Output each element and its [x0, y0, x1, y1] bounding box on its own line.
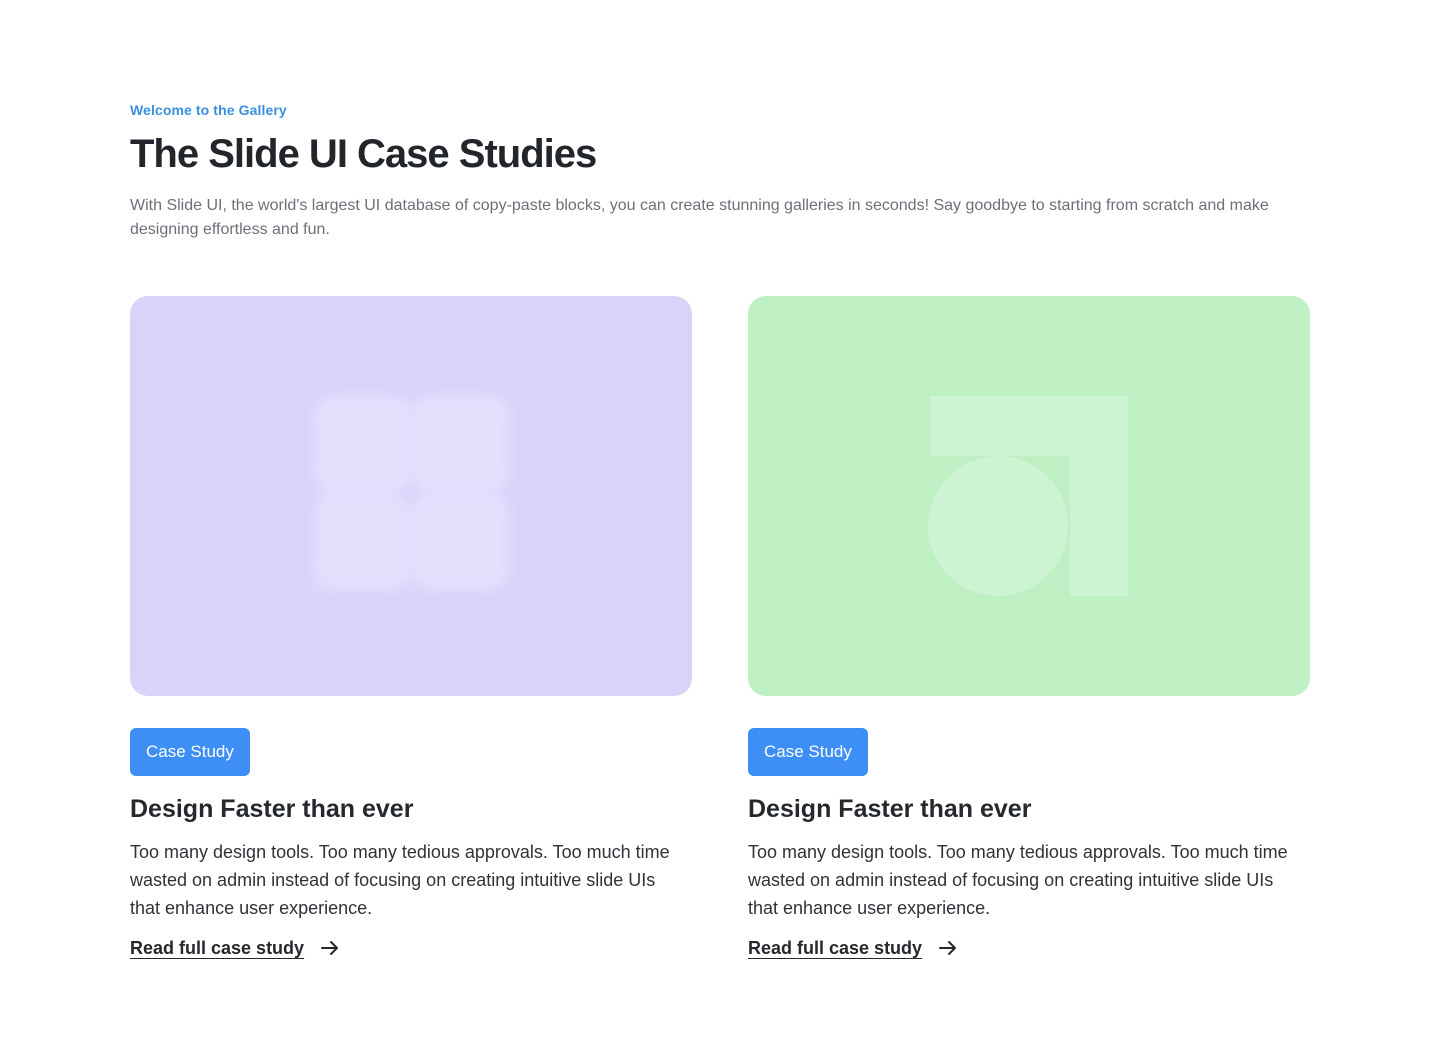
card-description: Too many design tools. Too many tedious … — [748, 842, 1288, 918]
eyebrow-label: Welcome to the Gallery — [130, 102, 287, 118]
read-case-study-link[interactable]: Read full case study — [748, 934, 958, 962]
blurred-grid-logo-icon — [130, 296, 692, 696]
case-study-thumbnail[interactable] — [130, 296, 692, 696]
read-case-study-label: Read full case study — [130, 938, 305, 958]
read-case-study-link[interactable]: Read full case study — [130, 934, 340, 962]
case-study-card-1: Case Study Design Faster than ever Too m… — [130, 296, 692, 962]
case-study-thumbnail[interactable] — [748, 296, 1310, 696]
arrow-right-icon — [321, 941, 339, 955]
case-study-card-2: Case Study Design Faster than ever Too m… — [748, 296, 1310, 962]
page-header: Welcome to the Gallery The Slide UI Case… — [130, 100, 1310, 242]
card-title: Design Faster than ever — [130, 795, 414, 823]
square-circle-logo-icon — [748, 296, 1310, 696]
page-title: The Slide UI Case Studies — [130, 132, 597, 176]
card-description: Too many design tools. Too many tedious … — [130, 842, 670, 918]
case-study-badge[interactable]: Case Study — [748, 728, 868, 776]
case-study-badge[interactable]: Case Study — [130, 728, 250, 776]
card-title: Design Faster than ever — [748, 795, 1032, 823]
page-intro: With Slide UI, the world's largest UI da… — [130, 197, 1269, 238]
read-case-study-label: Read full case study — [748, 938, 923, 958]
arrow-right-icon — [939, 941, 957, 955]
page: Welcome to the Gallery The Slide UI Case… — [0, 0, 1440, 1056]
case-study-grid: Case Study Design Faster than ever Too m… — [130, 296, 1310, 962]
